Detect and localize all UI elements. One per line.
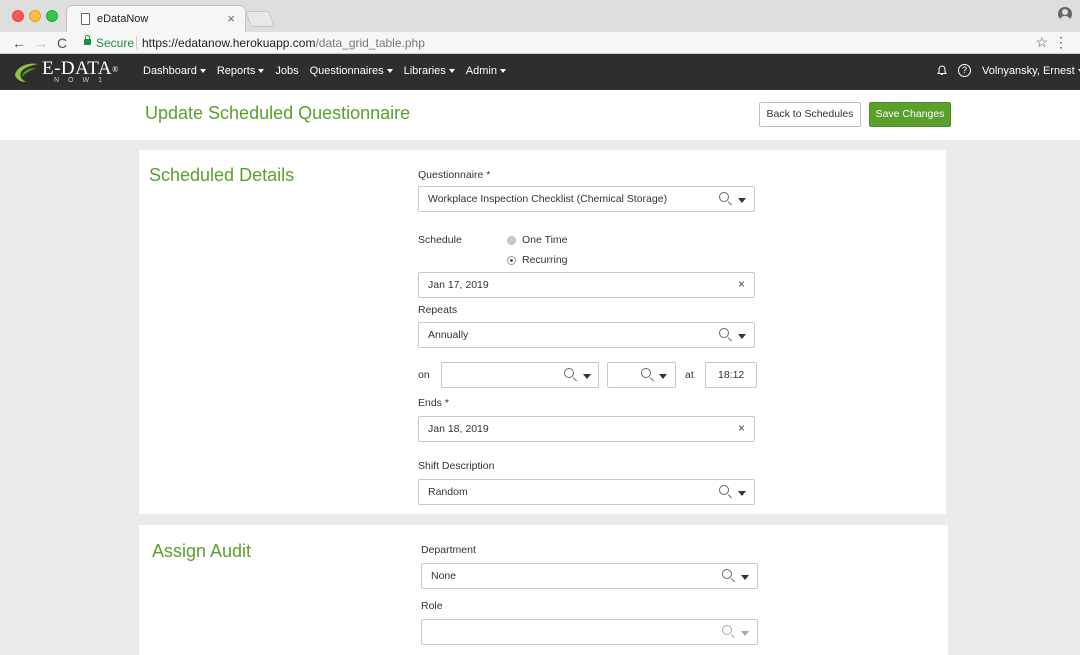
page-title: Update Scheduled Questionnaire [145, 103, 411, 123]
browser-tab[interactable]: eDataNow × [66, 5, 246, 32]
ends-label: Ends * [418, 397, 449, 409]
assign-audit-title: Assign Audit [152, 541, 252, 561]
profile-icon[interactable] [1058, 7, 1072, 21]
url-path: /data_grid_table.php [315, 36, 425, 50]
scheduled-details-card: Scheduled Details Questionnaire * Workpl… [139, 150, 946, 514]
chevron-down-icon [738, 491, 746, 496]
shift-description-value: Random [428, 486, 468, 498]
caret-down-icon [499, 69, 506, 74]
role-select[interactable] [421, 619, 758, 645]
logo-swoosh-icon [15, 63, 38, 82]
search-icon [722, 569, 732, 579]
help-icon[interactable]: ? [958, 64, 971, 77]
nav-admin[interactable]: Admin [466, 65, 506, 77]
star-icon[interactable]: ☆ [1035, 34, 1048, 51]
reload-icon[interactable]: C [57, 34, 67, 52]
chevron-down-icon [738, 334, 746, 339]
radio-one-time[interactable] [507, 236, 516, 245]
search-icon [641, 368, 651, 378]
maximize-window-button[interactable] [46, 10, 58, 22]
back-to-schedules-button[interactable]: Back to Schedules [759, 102, 861, 127]
lock-icon [84, 35, 91, 45]
caret-down-icon [448, 69, 455, 74]
tab-close-icon[interactable]: × [227, 11, 235, 26]
chevron-down-icon [738, 198, 746, 203]
save-changes-button[interactable]: Save Changes [869, 102, 951, 127]
document-icon [81, 13, 90, 25]
role-label: Role [421, 600, 443, 612]
tab-title: eDataNow [97, 13, 149, 25]
url-host: https://edatanow.herokuapp.com [142, 36, 316, 50]
new-tab-button[interactable] [245, 11, 275, 27]
time-value: 18:12 [718, 369, 745, 381]
nav-jobs[interactable]: Jobs [275, 65, 298, 77]
nav-questionnaires[interactable]: Questionnaires [310, 65, 393, 77]
address-separator [136, 36, 137, 49]
ends-date-value: Jan 18, 2019 [428, 423, 489, 435]
logo[interactable]: E-DATA® NOW1 [14, 57, 132, 87]
department-value: None [431, 570, 457, 582]
questionnaire-select[interactable]: Workplace Inspection Checklist (Chemical… [418, 186, 755, 212]
menu-dots-icon[interactable]: ⋮ [1054, 34, 1068, 51]
caret-down-icon [386, 69, 393, 74]
page-header: Update Scheduled Questionnaire Back to S… [0, 90, 1080, 140]
questionnaire-value: Workplace Inspection Checklist (Chemical… [428, 193, 668, 205]
repeats-select[interactable]: Annually [418, 322, 755, 348]
chevron-down-icon [741, 575, 749, 580]
chevron-down-icon [659, 374, 667, 379]
secure-label: Secure [96, 36, 135, 50]
on-label: on [418, 369, 430, 381]
search-icon [564, 368, 574, 378]
department-select[interactable]: None [421, 563, 758, 589]
main-menu: Dashboard Reports Jobs Questionnaires Li… [143, 65, 517, 77]
time-field[interactable]: 18:12 [705, 362, 757, 388]
repeats-label: Repeats [418, 304, 458, 316]
shift-description-select[interactable]: Random [418, 479, 755, 505]
ends-date-field[interactable]: Jan 18, 2019 × [418, 416, 755, 442]
radio-recurring[interactable] [507, 256, 516, 265]
browser-tab-bar: eDataNow × [0, 0, 1080, 32]
at-label: at [685, 369, 694, 381]
start-date-field[interactable]: Jan 17, 2019 × [418, 272, 755, 298]
nav-libraries[interactable]: Libraries [404, 65, 455, 77]
url-field[interactable]: https://edatanow.herokuapp.com/data_grid… [142, 36, 425, 50]
start-date-value: Jan 17, 2019 [428, 279, 489, 291]
app-navbar: E-DATA® NOW1 Dashboard Reports Jobs Ques… [0, 54, 1080, 90]
assign-audit-card: Assign Audit Department None Role [139, 525, 948, 655]
chevron-down-icon [583, 374, 591, 379]
questionnaire-label: Questionnaire * [418, 169, 491, 181]
bell-icon[interactable] [937, 65, 947, 76]
minimize-window-button[interactable] [29, 10, 41, 22]
clear-icon[interactable]: × [738, 277, 745, 291]
radio-one-time-label: One Time [522, 234, 568, 246]
schedule-label: Schedule [418, 234, 462, 246]
radio-recurring-label: Recurring [522, 254, 568, 266]
chevron-down-icon [741, 631, 749, 636]
clear-icon[interactable]: × [738, 421, 745, 435]
search-icon [719, 192, 729, 202]
shift-description-label: Shift Description [418, 460, 495, 472]
nav-reports[interactable]: Reports [217, 65, 265, 77]
repeats-value: Annually [428, 329, 469, 341]
back-arrow-icon[interactable]: ← [12, 34, 26, 52]
user-menu[interactable]: Volnyansky, Ernest [982, 65, 1080, 77]
scheduled-details-title: Scheduled Details [149, 165, 295, 185]
on-month-select[interactable] [441, 362, 599, 388]
address-bar: ← → C Secure https://edatanow.herokuapp.… [0, 32, 1080, 54]
caret-down-icon [199, 69, 206, 74]
forward-arrow-icon[interactable]: → [34, 34, 48, 52]
on-day-select[interactable] [607, 362, 676, 388]
nav-dashboard[interactable]: Dashboard [143, 65, 206, 77]
department-label: Department [421, 544, 476, 556]
search-icon [719, 328, 729, 338]
close-window-button[interactable] [12, 10, 24, 22]
caret-down-icon [258, 69, 265, 74]
search-icon [719, 485, 729, 495]
logo-subtext: NOW1 [54, 77, 111, 84]
search-icon [722, 625, 732, 635]
